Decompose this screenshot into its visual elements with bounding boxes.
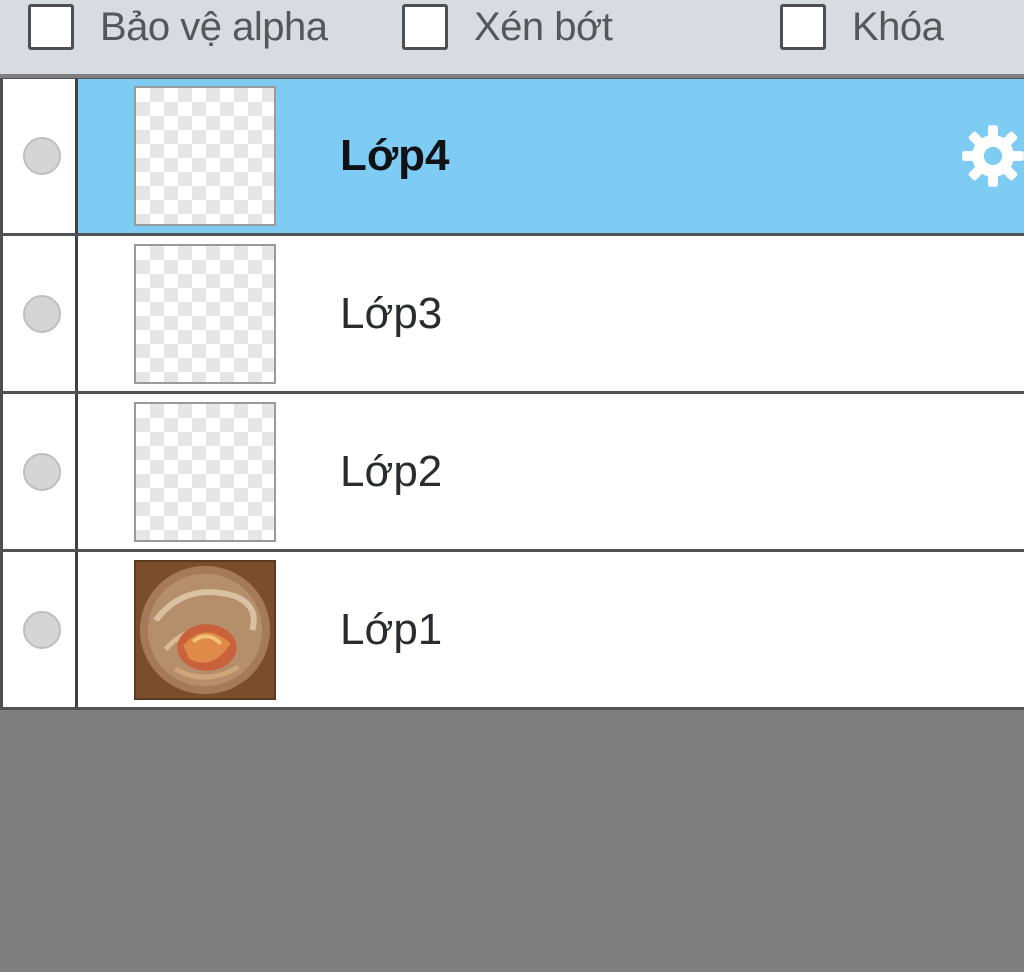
alpha-protect-option[interactable]: Bảo vệ alpha bbox=[28, 2, 328, 52]
clipping-option[interactable]: Xén bớt bbox=[402, 2, 613, 52]
layer-name: Lớp3 bbox=[340, 288, 443, 338]
layer-thumbnail bbox=[134, 86, 276, 226]
gear-icon[interactable] bbox=[958, 121, 1024, 191]
visibility-dot-icon[interactable] bbox=[23, 294, 61, 333]
layer-row[interactable]: Lớp3 bbox=[0, 236, 1024, 394]
clipping-checkbox[interactable] bbox=[402, 4, 448, 50]
layer-row-body[interactable]: Lớp2 bbox=[78, 394, 1024, 549]
painted-thumbnail-image bbox=[136, 561, 274, 698]
lock-label: Khóa bbox=[852, 4, 944, 49]
layer-thumbnail bbox=[134, 401, 276, 542]
layer-row-body[interactable]: Lớp3 bbox=[78, 236, 1024, 391]
layer-options-bar: Bảo vệ alpha Xén bớt Khóa bbox=[0, 0, 1024, 76]
visibility-toggle[interactable] bbox=[0, 79, 78, 233]
visibility-dot-icon[interactable] bbox=[23, 452, 61, 491]
layer-thumbnail bbox=[134, 559, 276, 700]
layer-row[interactable]: Lớp1 bbox=[0, 552, 1024, 710]
layer-name: Lớp4 bbox=[340, 131, 450, 180]
lock-option[interactable]: Khóa bbox=[780, 2, 944, 52]
visibility-dot-icon[interactable] bbox=[23, 610, 61, 649]
alpha-protect-label: Bảo vệ alpha bbox=[100, 4, 328, 49]
layer-row-body[interactable]: Lớp4 bbox=[78, 79, 1024, 233]
visibility-dot-icon[interactable] bbox=[23, 137, 61, 175]
visibility-toggle[interactable] bbox=[0, 552, 78, 707]
alpha-protect-checkbox[interactable] bbox=[28, 4, 74, 50]
layer-row-body[interactable]: Lớp1 bbox=[78, 552, 1024, 707]
layer-row[interactable]: Lớp2 bbox=[0, 394, 1024, 552]
visibility-toggle[interactable] bbox=[0, 394, 78, 549]
lock-checkbox[interactable] bbox=[780, 4, 826, 50]
layer-name: Lớp2 bbox=[340, 446, 443, 496]
visibility-toggle[interactable] bbox=[0, 236, 78, 391]
layer-thumbnail bbox=[134, 243, 276, 384]
layer-row[interactable]: Lớp4 bbox=[0, 78, 1024, 236]
layer-name: Lớp1 bbox=[340, 604, 443, 654]
clipping-label: Xén bớt bbox=[474, 4, 613, 49]
layer-list: Lớp4 Lớp3 Lớp2 Lớp1 bbox=[0, 78, 1024, 710]
